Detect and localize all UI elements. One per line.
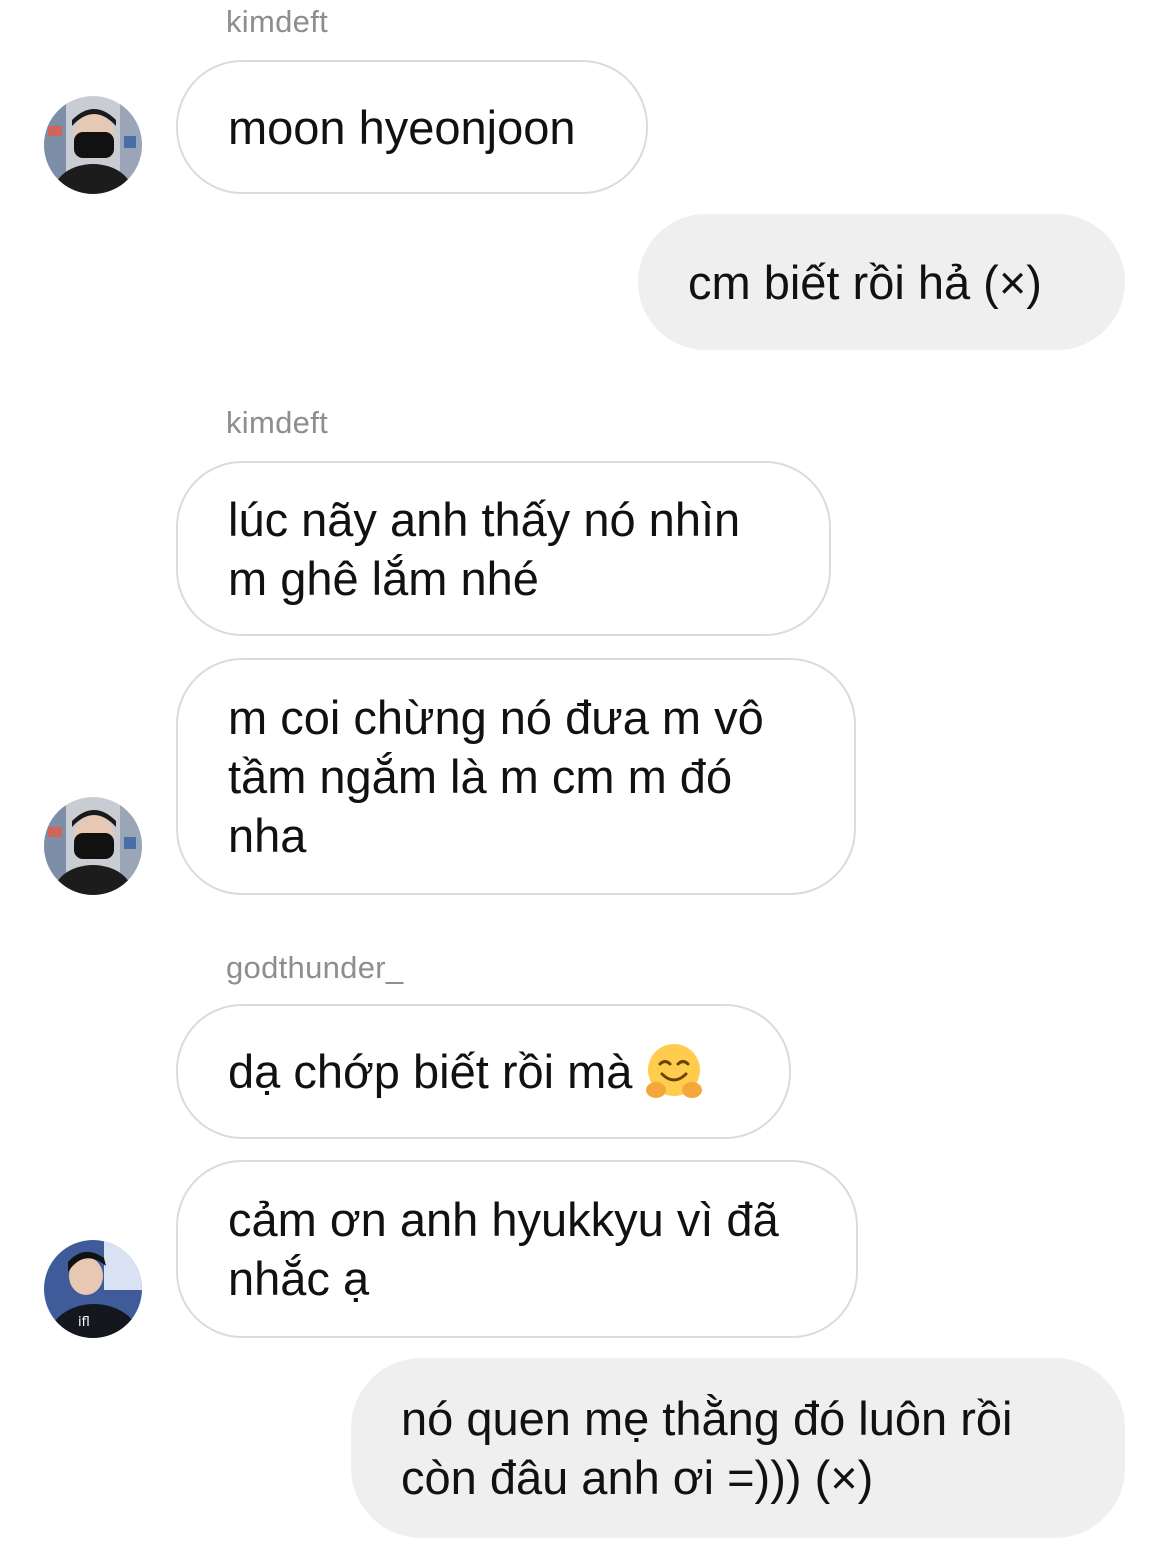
message-bubble-incoming[interactable]: cảm ơn anh hyukkyu vì đã nhắc ạ: [176, 1160, 858, 1338]
masked-person-avatar-icon: [44, 797, 142, 895]
hugging-face-emoji-icon: [646, 1043, 703, 1098]
message-text: moon hyeonjoon: [228, 100, 576, 154]
avatar-kimdeft-icon[interactable]: [44, 797, 142, 895]
message-bubble-incoming[interactable]: moon hyeonjoon: [176, 60, 648, 194]
message-bubble-outgoing[interactable]: nó quen mẹ thằng đó luôn rồi còn đâu anh…: [351, 1358, 1125, 1538]
message-text: cm biết rồi hả (×): [688, 255, 1042, 309]
message-bubble-incoming[interactable]: lúc nãy anh thấy nó nhìn m ghê lắm nhé: [176, 461, 831, 636]
avatar-godthunder-icon[interactable]: ifl: [44, 1240, 142, 1338]
message-bubble-incoming[interactable]: dạ chớp biết rồi mà: [176, 1004, 791, 1139]
svg-text:ifl: ifl: [78, 1315, 90, 1330]
message-bubble-incoming[interactable]: m coi chừng nó đưa m vô tầm ngắm là m cm…: [176, 658, 856, 895]
message-text: cảm ơn anh hyukkyu vì đã nhắc ạ: [228, 1193, 779, 1305]
message-text: m coi chừng nó đưa m vô tầm ngắm là m cm…: [228, 691, 764, 862]
sender-name-kimdeft: kimdeft: [226, 4, 329, 39]
message-text: lúc nãy anh thấy nó nhìn m ghê lắm nhé: [228, 492, 741, 605]
sender-name-kimdeft: kimdeft: [226, 405, 329, 440]
sender-name-godthunder: godthunder_: [226, 950, 404, 985]
message-text: dạ chớp biết rồi mà: [228, 1045, 633, 1098]
avatar-kimdeft-icon[interactable]: [44, 96, 142, 194]
masked-person-avatar-icon: [44, 96, 142, 194]
message-bubble-outgoing[interactable]: cm biết rồi hả (×): [638, 214, 1125, 350]
player-jersey-avatar-icon: ifl: [44, 1240, 142, 1338]
message-text: nó quen mẹ thằng đó luôn rồi còn đâu anh…: [401, 1392, 1013, 1504]
